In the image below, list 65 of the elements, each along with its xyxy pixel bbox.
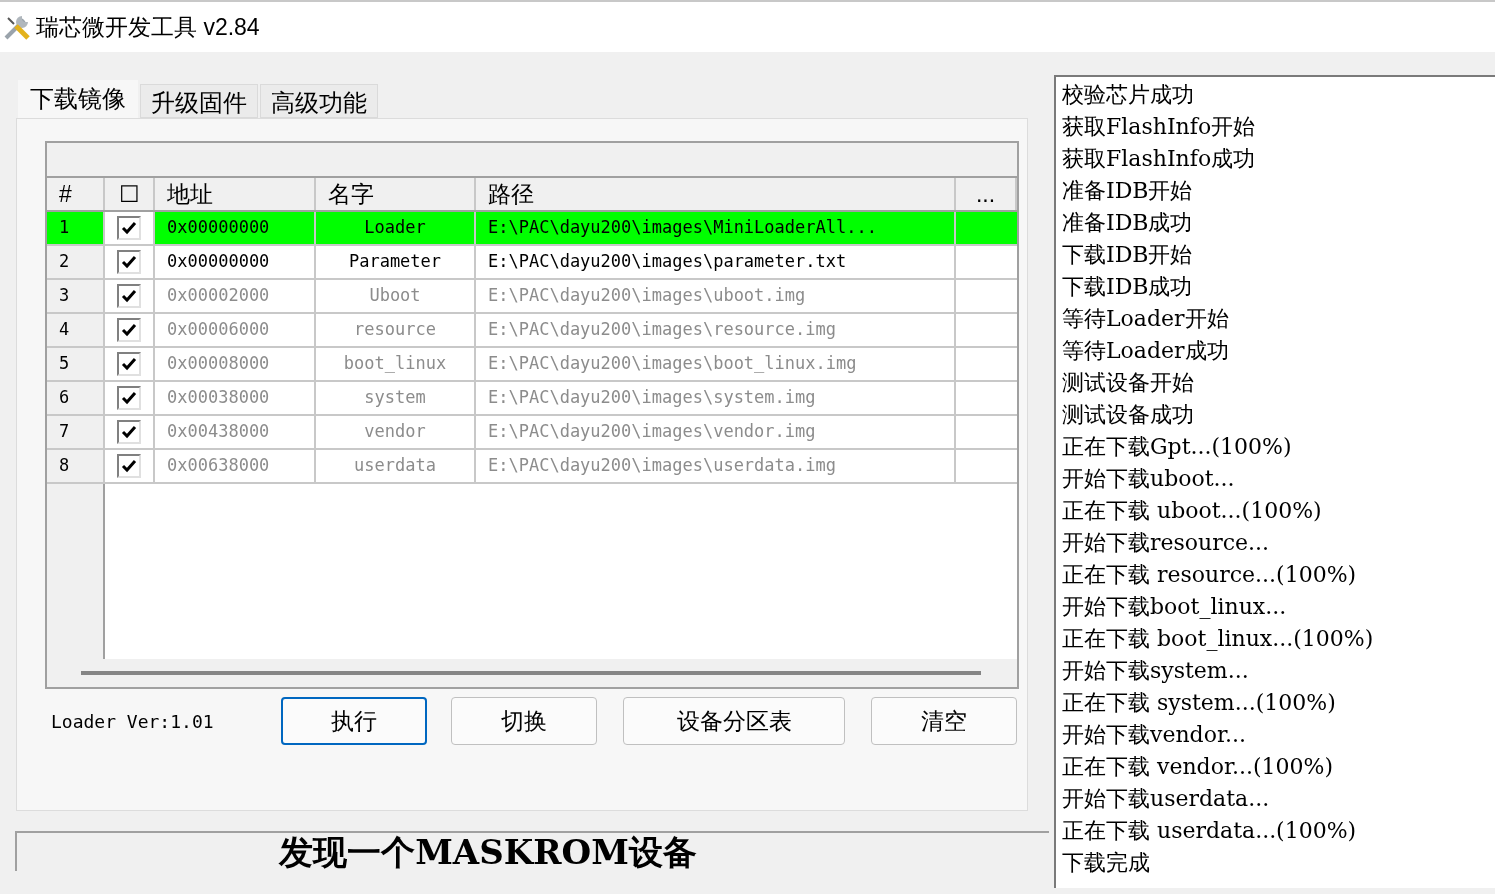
log-line: 开始下载boot_linux... — [1062, 593, 1287, 621]
check-icon — [121, 357, 137, 371]
log-line: 正在下载 vendor...(100%) — [1062, 753, 1334, 781]
check-icon — [121, 425, 137, 439]
table-row[interactable]: 1 0x00000000 Loader E:\PAC\dayu200\images\MiniLoaderAll... — [47, 212, 1017, 246]
table-cell: Loader — [316, 212, 476, 244]
log-line: 准备IDB开始 — [1062, 177, 1193, 205]
action-button[interactable]: 设备分区表 — [623, 697, 845, 745]
check-icon — [121, 289, 137, 303]
log-line: 开始下载uboot... — [1062, 465, 1235, 493]
log-line: 下载IDB开始 — [1062, 241, 1193, 269]
check-icon — [121, 255, 137, 269]
log-line: 开始下载resource... — [1062, 529, 1270, 557]
table-cell: 6 — [47, 382, 105, 414]
log-line: 等待Loader开始 — [1062, 305, 1229, 333]
column-header[interactable]: 名字 — [316, 178, 476, 210]
table-cell: E:\PAC\dayu200\images\MiniLoaderAll... — [476, 212, 956, 244]
column-header[interactable]: 路径 — [476, 178, 956, 210]
checkbox[interactable] — [117, 216, 141, 240]
table-cell: 5 — [47, 348, 105, 380]
log-line: 获取FlashInfo成功 — [1062, 145, 1256, 173]
log-line: 开始下载userdata... — [1062, 785, 1270, 813]
tab[interactable]: 高级功能 — [260, 84, 378, 118]
check-icon — [121, 391, 137, 405]
log-line: 下载IDB成功 — [1062, 273, 1193, 301]
tab[interactable]: 下载镜像 — [18, 80, 138, 118]
log-line: 正在下载 uboot...(100%) — [1062, 497, 1322, 525]
table-cell: 0x00000000 — [155, 212, 316, 244]
status-message: 发现一个MASKROM设备 — [279, 835, 698, 869]
window-title: 瑞芯微开发工具 v2.84 — [36, 12, 260, 42]
table-cell: 4 — [47, 314, 105, 346]
log-line: 准备IDB成功 — [1062, 209, 1193, 237]
table-cell: 2 — [47, 246, 105, 278]
column-header[interactable]: 地址 — [155, 178, 316, 210]
check-icon — [121, 323, 137, 337]
log-line: 测试设备开始 — [1062, 369, 1194, 397]
table-cell: 8 — [47, 450, 105, 482]
table-cell: 7 — [47, 416, 105, 448]
log-line: 正在下载Gpt...(100%) — [1062, 433, 1292, 461]
log-line: 开始下载system... — [1062, 657, 1249, 685]
log-line: 正在下载 userdata...(100%) — [1062, 817, 1357, 845]
action-button[interactable]: 切换 — [451, 697, 597, 745]
log-line: 测试设备成功 — [1062, 401, 1194, 429]
table-row[interactable]: 2 0x00000000 Parameter E:\PAC\dayu200\images\parameter.txt — [47, 246, 1017, 280]
action-button[interactable]: 清空 — [871, 697, 1017, 745]
horizontal-scrollbar[interactable] — [81, 671, 981, 675]
action-button[interactable]: 执行 — [281, 697, 427, 745]
log-line: 正在下载 resource...(100%) — [1062, 561, 1357, 589]
log-line: 获取FlashInfo开始 — [1062, 113, 1256, 141]
table-cell: 3 — [47, 280, 105, 312]
log-line: 等待Loader成功 — [1062, 337, 1229, 365]
check-icon — [121, 221, 137, 235]
column-header[interactable]: ☐ — [105, 178, 155, 210]
log-line: 正在下载 system...(100%) — [1062, 689, 1336, 717]
log-line: 校验芯片成功 — [1062, 81, 1194, 109]
loader-version: Loader Ver:1.01 — [51, 709, 215, 734]
log-line: 正在下载 boot_linux...(100%) — [1062, 625, 1374, 653]
table-cell: 1 — [47, 212, 105, 244]
tab[interactable]: 升级固件 — [140, 84, 258, 118]
log-line: 下载完成 — [1062, 849, 1150, 877]
checkbox[interactable] — [117, 250, 141, 274]
check-icon — [121, 459, 137, 473]
log-line: 开始下载vendor... — [1062, 721, 1247, 749]
column-header[interactable]: # — [47, 178, 105, 210]
column-header[interactable]: ... — [956, 178, 1017, 210]
